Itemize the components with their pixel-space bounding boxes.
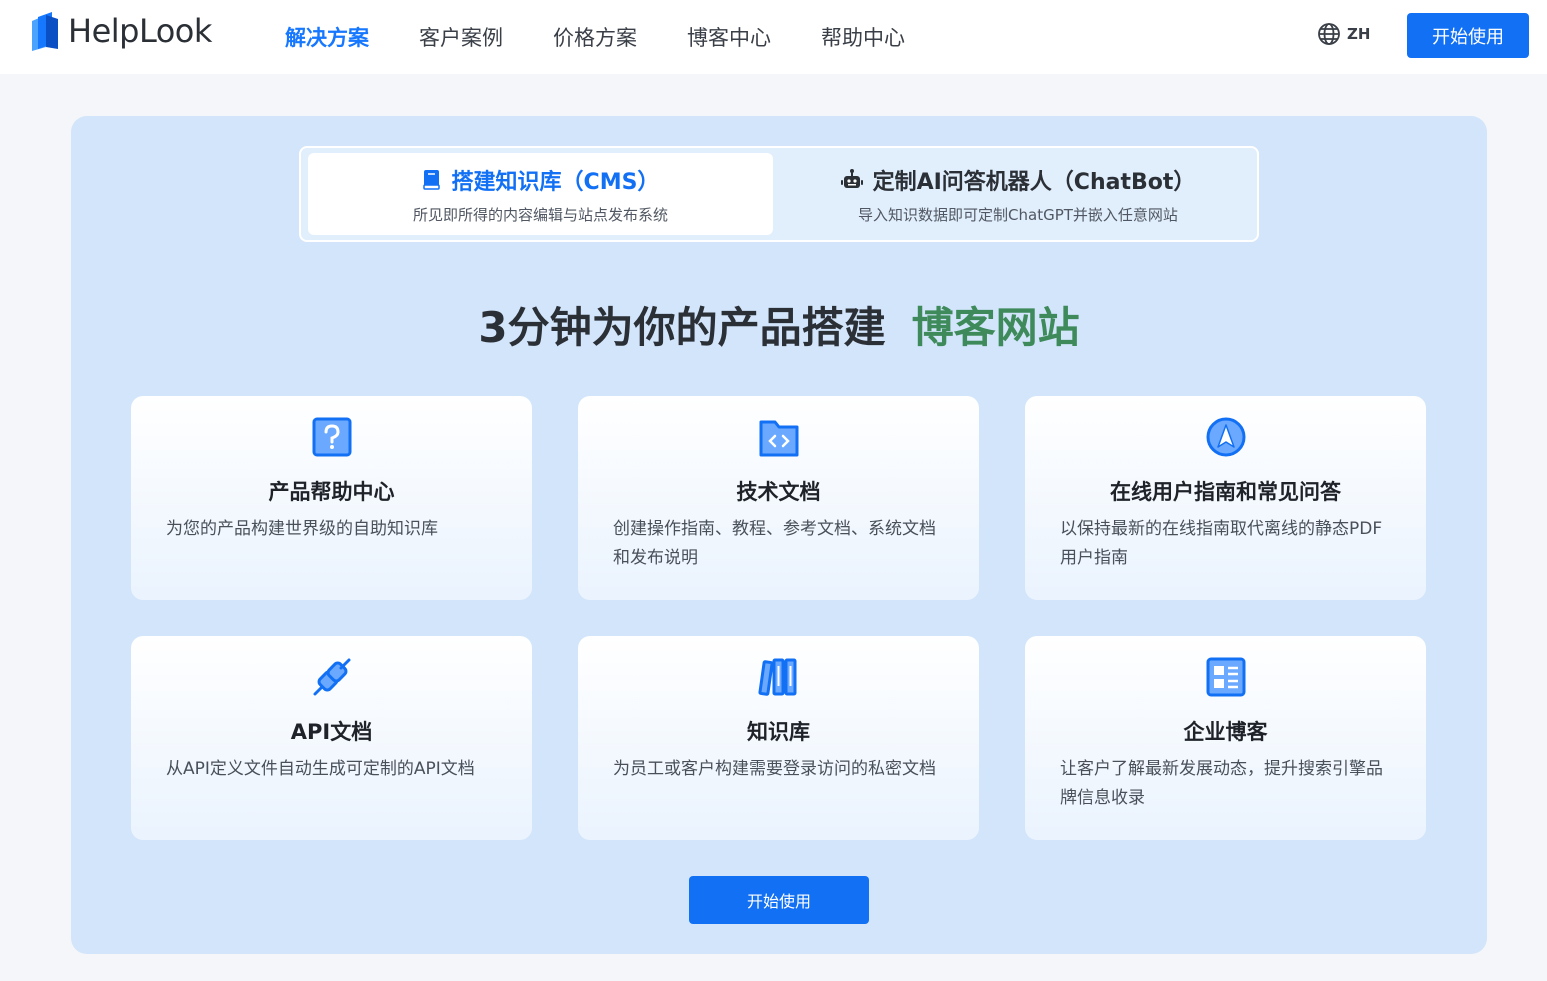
tab-chatbot-title: 定制AI问答机器人（ChatBot） bbox=[872, 169, 1196, 195]
language-label: ZH bbox=[1347, 25, 1371, 43]
brand-name: HelpLook bbox=[68, 12, 212, 50]
card-title: 产品帮助中心 bbox=[268, 480, 395, 504]
solution-tabs: 搭建知识库（CMS） 所见即所得的内容编辑与站点发布系统 定制AI问答机器人（C… bbox=[299, 146, 1259, 242]
card-desc: 从API定义文件自动生成可定制的API文档 bbox=[166, 759, 475, 779]
page-headline: 3分钟为你的产品搭建 博客网站 bbox=[71, 294, 1487, 355]
card-title: 知识库 bbox=[747, 720, 810, 744]
plug-icon bbox=[313, 658, 351, 696]
globe-icon bbox=[1318, 23, 1340, 45]
start-button-header[interactable]: 开始使用 bbox=[1407, 13, 1529, 58]
card-desc: 创建操作指南、教程、参考文档、系统文档和发布说明 bbox=[613, 519, 936, 568]
card-title: 技术文档 bbox=[736, 480, 821, 504]
card-desc: 让客户了解最新发展动态，提升搜索引擎品牌信息收录 bbox=[1060, 759, 1383, 808]
card-title: API文档 bbox=[290, 720, 373, 744]
nav-item-help[interactable]: 帮助中心 bbox=[821, 22, 905, 52]
navigation-icon bbox=[1206, 417, 1246, 457]
solutions-panel: 搭建知识库（CMS） 所见即所得的内容编辑与站点发布系统 定制AI问答机器人（C… bbox=[71, 116, 1487, 954]
card-enterprise-blog[interactable]: 企业博客 让客户了解最新发展动态，提升搜索引擎品牌信息收录 bbox=[1025, 636, 1426, 840]
code-folder-icon bbox=[759, 420, 799, 457]
book-icon bbox=[422, 169, 440, 190]
robot-icon bbox=[840, 168, 863, 188]
headline-highlight: 博客网站 bbox=[911, 303, 1080, 352]
helplook-logo[interactable]: HelpLook bbox=[30, 11, 212, 51]
top-header: HelpLook 解决方案 客户案例 价格方案 博客中心 帮助中心 ZH 开始使… bbox=[0, 0, 1547, 74]
language-switcher[interactable]: ZH bbox=[1317, 22, 1370, 46]
nav-item-blog[interactable]: 博客中心 bbox=[687, 22, 771, 52]
card-api-docs[interactable]: API文档 从API定义文件自动生成可定制的API文档 bbox=[131, 636, 532, 840]
question-icon bbox=[312, 417, 352, 457]
tab-cms-title: 搭建知识库（CMS） bbox=[451, 169, 660, 195]
card-desc: 为员工或客户构建需要登录访问的私密文档 bbox=[613, 759, 936, 779]
books-icon bbox=[758, 658, 797, 696]
article-icon bbox=[1206, 657, 1246, 697]
start-button-main[interactable]: 开始使用 bbox=[689, 876, 869, 924]
nav-item-cases[interactable]: 客户案例 bbox=[419, 22, 503, 52]
main-nav: 解决方案 客户案例 价格方案 博客中心 帮助中心 bbox=[285, 22, 955, 52]
card-user-guide[interactable]: 在线用户指南和常见问答 以保持最新的在线指南取代离线的静态PDF用户指南 bbox=[1025, 396, 1426, 600]
logo-mark-icon bbox=[30, 11, 60, 51]
tab-chatbot-subtitle: 导入知识数据即可定制ChatGPT并嵌入任意网站 bbox=[858, 205, 1178, 224]
card-title: 企业博客 bbox=[1183, 720, 1268, 744]
tab-cms[interactable]: 搭建知识库（CMS） 所见即所得的内容编辑与站点发布系统 bbox=[308, 153, 773, 235]
card-desc: 以保持最新的在线指南取代离线的静态PDF用户指南 bbox=[1060, 519, 1383, 568]
card-help-center[interactable]: 产品帮助中心 为您的产品构建世界级的自助知识库 bbox=[131, 396, 532, 600]
card-title: 在线用户指南和常见问答 bbox=[1110, 480, 1341, 504]
headline-main: 3分钟为你的产品搭建 bbox=[478, 303, 886, 352]
card-desc: 为您的产品构建世界级的自助知识库 bbox=[166, 519, 438, 539]
tab-chatbot[interactable]: 定制AI问答机器人（ChatBot） 导入知识数据即可定制ChatGPT并嵌入任… bbox=[783, 153, 1253, 235]
card-tech-docs[interactable]: 技术文档 创建操作指南、教程、参考文档、系统文档和发布说明 bbox=[578, 396, 979, 600]
tab-cms-subtitle: 所见即所得的内容编辑与站点发布系统 bbox=[412, 205, 668, 224]
nav-item-pricing[interactable]: 价格方案 bbox=[553, 22, 637, 52]
card-knowledge-base[interactable]: 知识库 为员工或客户构建需要登录访问的私密文档 bbox=[578, 636, 979, 840]
nav-item-solutions[interactable]: 解决方案 bbox=[285, 22, 369, 52]
